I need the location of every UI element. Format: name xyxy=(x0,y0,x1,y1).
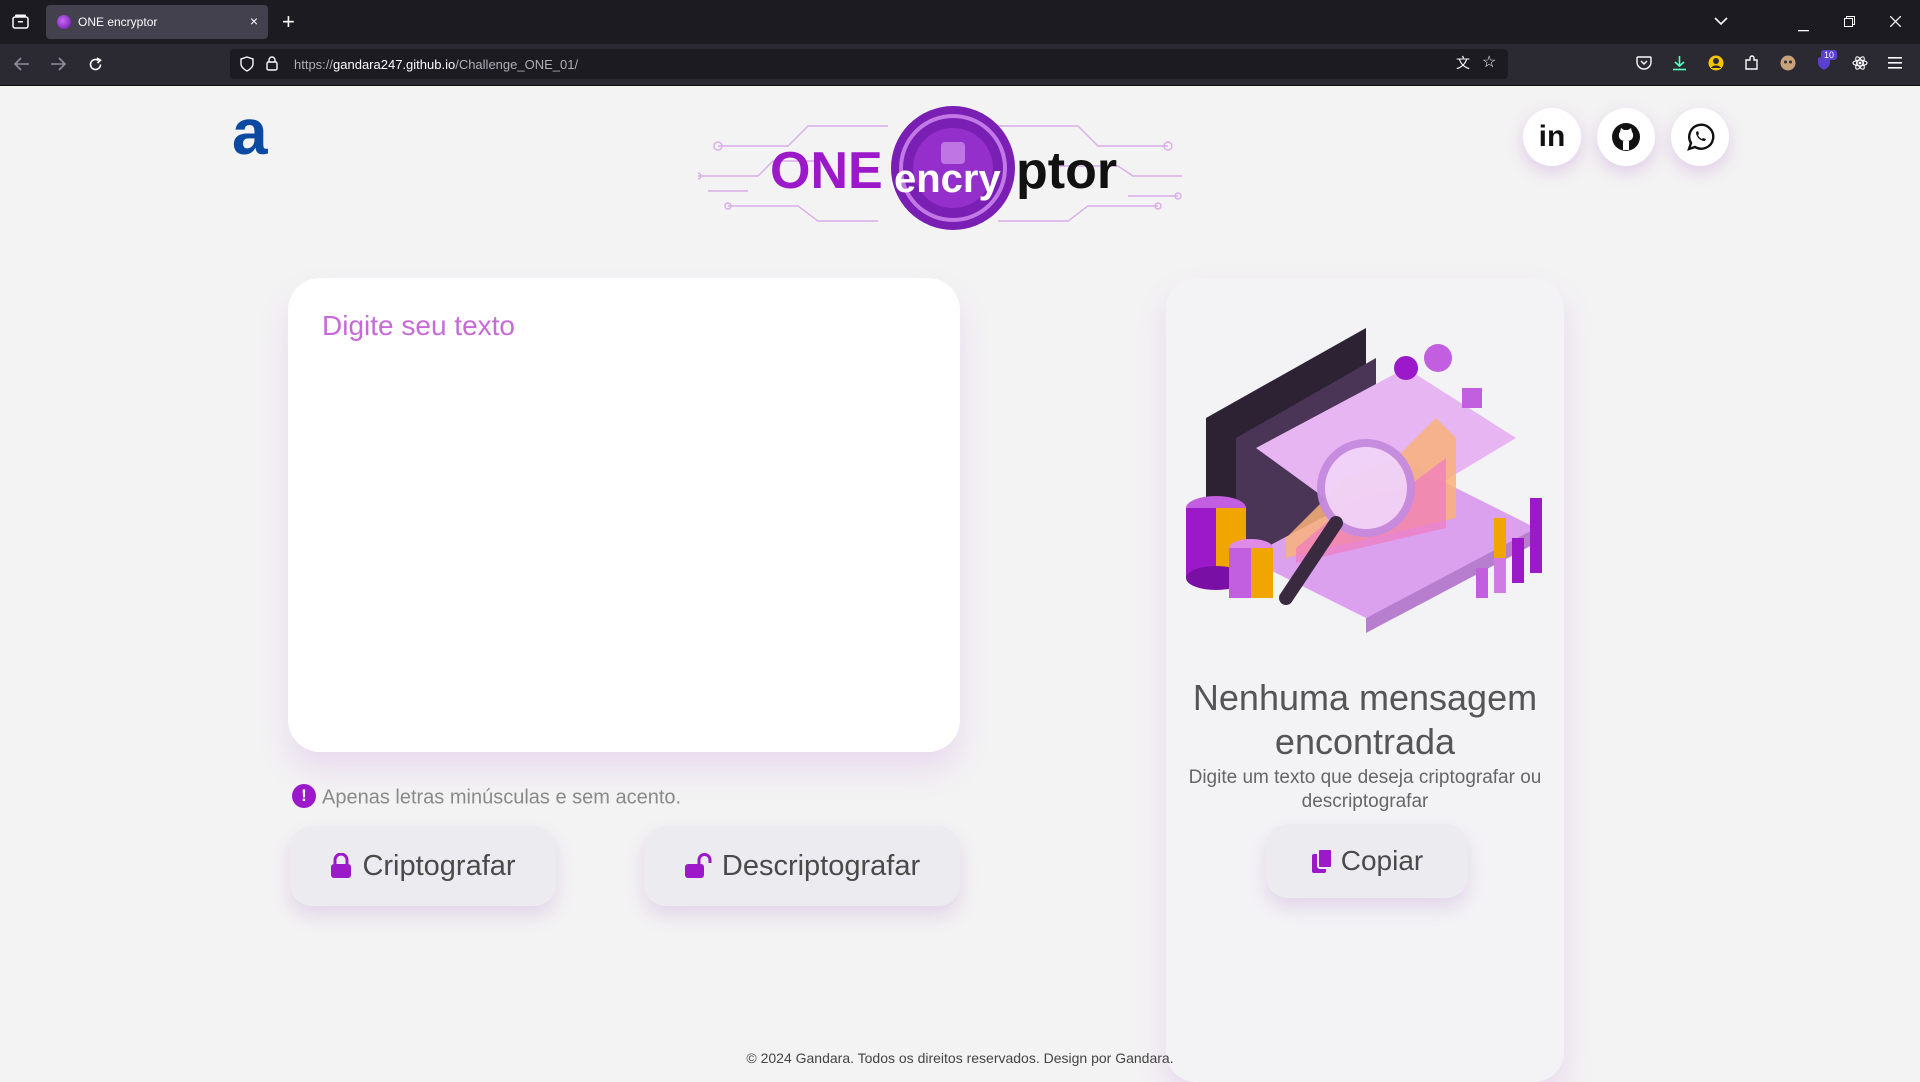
tab-list-icon[interactable] xyxy=(12,14,29,32)
linkedin-icon: in xyxy=(1538,120,1566,153)
browser-tab-bar: ONE encryptor × + xyxy=(0,0,1920,44)
text-input[interactable] xyxy=(320,308,924,722)
browser-nav-bar: https://gandara247.github.io/Challenge_O… xyxy=(0,44,1920,86)
lock-icon[interactable] xyxy=(266,56,278,74)
page-content: a ONE encry ptor in ! Apenas letras minús… xyxy=(0,86,1920,1082)
avatar-extension-icon[interactable] xyxy=(1780,55,1796,74)
extensions-icon[interactable] xyxy=(1744,55,1760,74)
whatsapp-button[interactable] xyxy=(1671,108,1729,166)
url-host: gandara247.github.io xyxy=(333,57,456,72)
extension-badge: 10 xyxy=(1821,50,1838,60)
restore-icon[interactable] xyxy=(1844,15,1855,30)
decrypt-button[interactable]: Descriptografar xyxy=(644,826,960,906)
copy-icon xyxy=(1311,848,1333,873)
new-tab-icon[interactable]: + xyxy=(282,11,295,33)
whatsapp-icon xyxy=(1687,123,1715,151)
logo-text-one: ONE xyxy=(770,142,883,200)
copy-button-label: Copiar xyxy=(1340,845,1424,876)
decrypt-button-label: Descriptografar xyxy=(721,849,921,882)
output-title: Nenhuma mensagem encontrada xyxy=(1192,677,1538,762)
footer-text: © 2024 Gandara. Todos os direitos reserv… xyxy=(746,1050,1174,1066)
url-path: /Challenge_ONE_01/ xyxy=(455,57,579,72)
address-bar[interactable]: https://gandara247.github.io/Challenge_O… xyxy=(230,49,1508,79)
close-window-icon[interactable] xyxy=(1889,15,1902,30)
output-subtitle: Digite um texto que deseja criptografar … xyxy=(1188,767,1542,812)
favicon-icon xyxy=(57,15,71,29)
github-icon xyxy=(1612,123,1640,151)
url-text[interactable]: https://gandara247.github.io/Challenge_O… xyxy=(294,57,578,72)
warning-message: ! Apenas letras minúsculas e sem acento. xyxy=(292,784,682,810)
warning-text: Apenas letras minúsculas e sem acento. xyxy=(322,786,682,809)
translate-icon[interactable]: 文 xyxy=(1456,56,1470,70)
github-button[interactable] xyxy=(1597,108,1655,166)
reload-icon[interactable] xyxy=(88,57,103,75)
url-prefix: https:// xyxy=(294,57,334,72)
lock-open-icon xyxy=(684,853,712,878)
tab-close-icon[interactable]: × xyxy=(250,13,258,29)
output-card: Nenhuma mensagem encontrada Digite um te… xyxy=(1166,278,1564,1082)
browser-tab[interactable]: ONE encryptor × xyxy=(46,5,268,39)
data-analysis-illustration xyxy=(1186,328,1542,633)
chevron-down-icon[interactable] xyxy=(1714,14,1728,29)
warning-icon: ! xyxy=(292,784,316,808)
logo-text-ptor: ptor xyxy=(1016,142,1117,200)
logo-text-encry: encry xyxy=(894,157,1001,201)
pocket-icon[interactable] xyxy=(1636,56,1652,74)
linkedin-button[interactable]: in xyxy=(1523,108,1581,166)
minimize-icon[interactable] xyxy=(1798,20,1809,35)
shield-icon[interactable] xyxy=(240,56,254,75)
alura-logo[interactable]: a xyxy=(232,100,268,164)
account-icon[interactable] xyxy=(1708,55,1724,74)
lock-closed-icon xyxy=(331,853,352,878)
back-icon[interactable] xyxy=(13,57,30,74)
react-devtools-icon[interactable] xyxy=(1852,55,1868,74)
download-icon[interactable] xyxy=(1672,55,1687,74)
copy-button[interactable]: Copiar xyxy=(1266,824,1468,898)
tab-title: ONE encryptor xyxy=(78,15,158,29)
forward-icon[interactable] xyxy=(50,57,67,74)
encrypt-button[interactable]: Criptografar xyxy=(290,826,556,906)
text-input-card xyxy=(288,278,960,752)
encrypt-button-label: Criptografar xyxy=(362,849,516,882)
star-icon[interactable]: ☆ xyxy=(1482,55,1496,71)
one-encryptor-logo: ONE encry ptor xyxy=(698,106,1182,230)
menu-icon[interactable] xyxy=(1888,57,1902,72)
